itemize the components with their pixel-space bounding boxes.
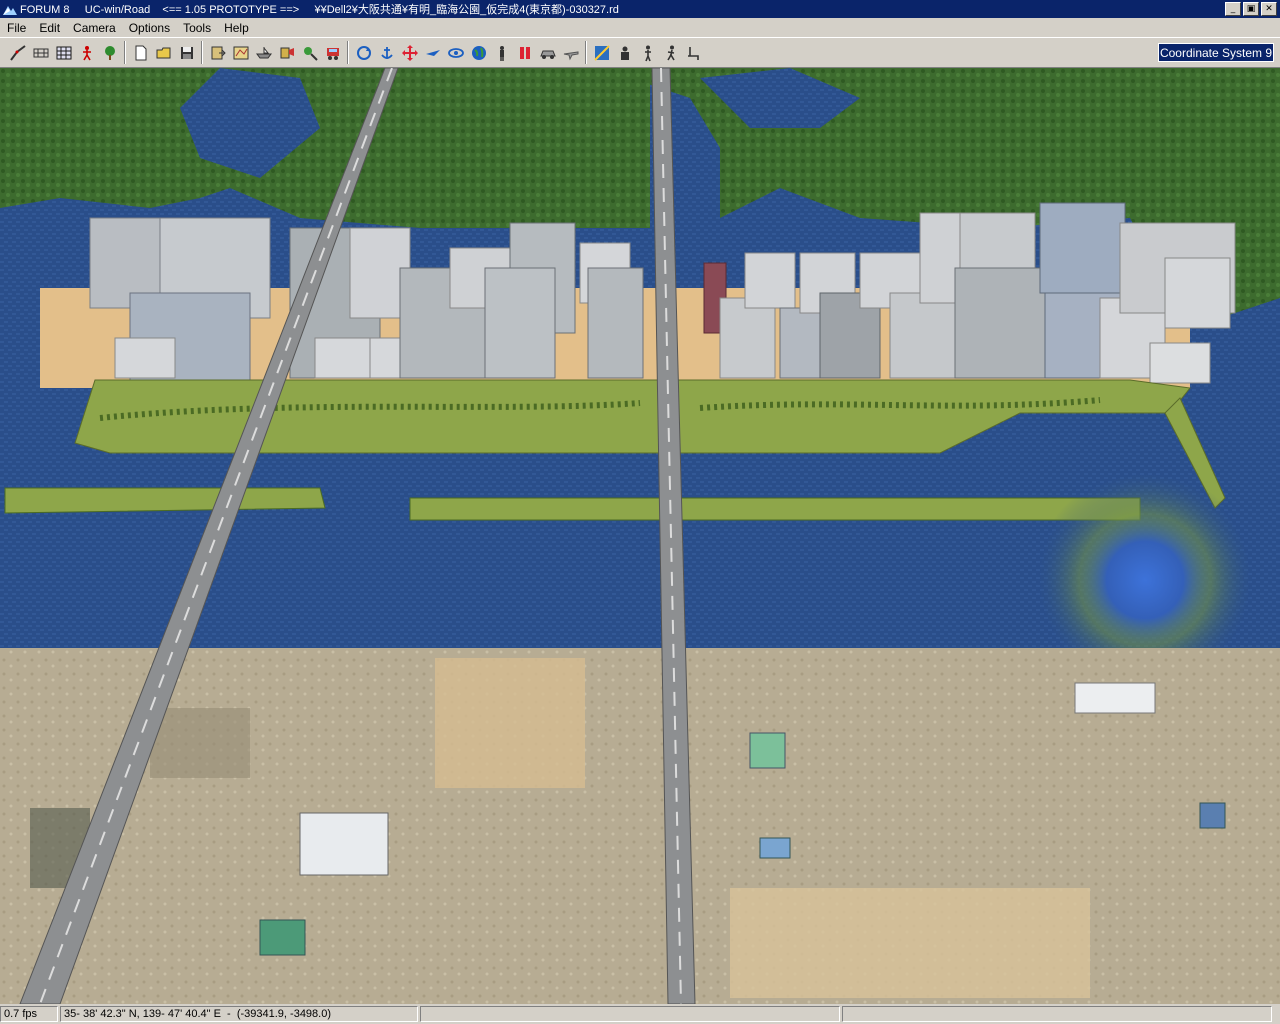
car-icon[interactable] <box>536 41 559 64</box>
globe-icon[interactable] <box>467 41 490 64</box>
slope-icon[interactable] <box>590 41 613 64</box>
fly-icon[interactable] <box>421 41 444 64</box>
warehouse-roof <box>299 812 389 876</box>
islet-left <box>4 487 326 514</box>
new-file-icon[interactable] <box>129 41 152 64</box>
pause-icon[interactable] <box>513 41 536 64</box>
grid-terrain-icon[interactable] <box>52 41 75 64</box>
menu-bar: File Edit Camera Options Tools Help <box>0 18 1280 37</box>
sand-lot-2 <box>730 888 1090 998</box>
menu-tools[interactable]: Tools <box>176 21 217 35</box>
menu-file[interactable]: File <box>0 21 32 35</box>
position-readout: 35- 38' 42.3" N, 139- 47' 40.4" E - (-39… <box>60 1006 418 1022</box>
title-bar: FORUM 8 UC-win/Road <== 1.05 PROTOTYPE =… <box>0 0 1280 18</box>
road-edit-icon[interactable] <box>6 41 29 64</box>
coordinate-system-button[interactable]: Coordinate System 9 <box>1158 43 1274 62</box>
orbit-icon[interactable] <box>444 41 467 64</box>
walker-icon[interactable] <box>490 41 513 64</box>
status-panel-2 <box>420 1006 840 1022</box>
paint-icon[interactable] <box>275 41 298 64</box>
move-cross-icon[interactable] <box>398 41 421 64</box>
export-icon[interactable] <box>206 41 229 64</box>
menu-options[interactable]: Options <box>122 21 176 35</box>
map-icon[interactable] <box>229 41 252 64</box>
menu-camera[interactable]: Camera <box>66 21 122 35</box>
fps-readout: 0.7 fps <box>0 1006 58 1022</box>
menu-edit[interactable]: Edit <box>32 21 66 35</box>
heliport <box>749 732 786 769</box>
airplane-icon[interactable] <box>559 41 582 64</box>
cross-section-icon[interactable] <box>29 41 52 64</box>
minimize-button[interactable]: _ <box>1225 2 1241 16</box>
menu-help[interactable]: Help <box>217 21 255 35</box>
vehicle-icon[interactable] <box>321 41 344 64</box>
window-title: FORUM 8 UC-win/Road <== 1.05 PROTOTYPE =… <box>20 4 619 16</box>
tree-icon[interactable] <box>98 41 121 64</box>
forum8-logo-icon <box>3 6 17 15</box>
anchor-icon[interactable] <box>375 41 398 64</box>
person-red-icon[interactable] <box>75 41 98 64</box>
islet-middle <box>409 497 1141 521</box>
white-building <box>1074 682 1156 714</box>
landscape-icon[interactable] <box>298 41 321 64</box>
open-folder-icon[interactable] <box>152 41 175 64</box>
rotate-camera-icon[interactable] <box>352 41 375 64</box>
save-disk-icon[interactable] <box>175 41 198 64</box>
status-panel-3 <box>842 1006 1272 1022</box>
boat-icon[interactable] <box>252 41 275 64</box>
driver-icon[interactable] <box>613 41 636 64</box>
green-roof <box>259 919 306 956</box>
3d-viewport[interactable] <box>0 68 1280 1004</box>
toolbar: Coordinate System 9 <box>0 37 1280 68</box>
seat-icon[interactable] <box>682 41 705 64</box>
stand-person-icon[interactable] <box>636 41 659 64</box>
close-button[interactable]: ✕ <box>1261 2 1277 16</box>
maximize-button[interactable]: ▣ <box>1243 2 1259 16</box>
walk-person-icon[interactable] <box>659 41 682 64</box>
sand-lot <box>435 658 585 788</box>
status-bar: 0.7 fps 35- 38' 42.3" N, 139- 47' 40.4" … <box>0 1004 1280 1024</box>
scene-render <box>0 68 1280 1004</box>
